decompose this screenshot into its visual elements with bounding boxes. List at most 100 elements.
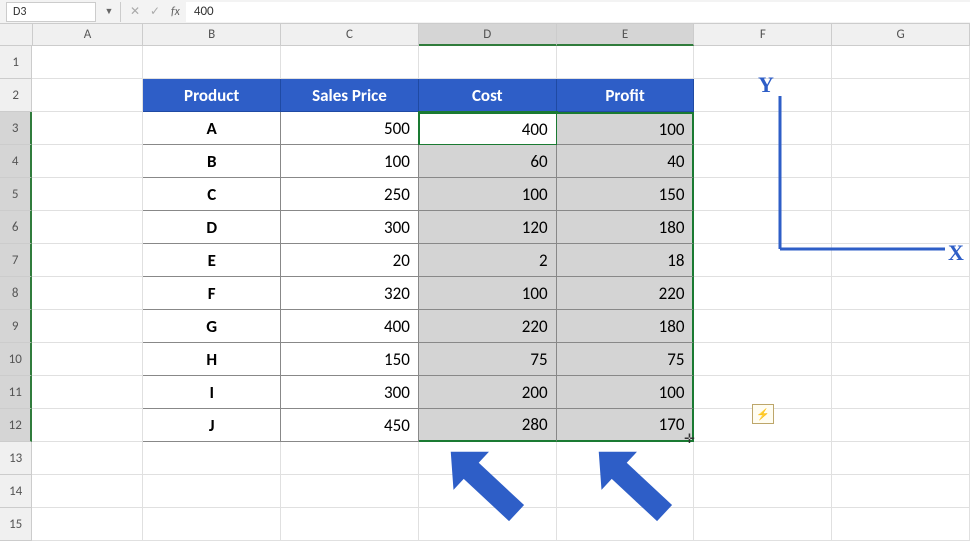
cell-B7[interactable]: E bbox=[143, 244, 281, 277]
cancel-icon[interactable]: ✕ bbox=[125, 2, 145, 22]
cell-B5[interactable]: C bbox=[143, 178, 281, 211]
cell-C4[interactable]: 100 bbox=[281, 145, 419, 178]
cell-B12[interactable]: J bbox=[143, 409, 281, 442]
cell-A5[interactable] bbox=[32, 178, 143, 211]
row-header-5[interactable]: 5 bbox=[0, 178, 32, 211]
cell-E5[interactable]: 150 bbox=[557, 178, 695, 211]
cell-D6[interactable]: 120 bbox=[419, 211, 557, 244]
row-header-6[interactable]: 6 bbox=[0, 211, 32, 244]
cell-A14[interactable] bbox=[32, 475, 143, 508]
cell-A7[interactable] bbox=[32, 244, 143, 277]
cell-G9[interactable] bbox=[832, 310, 970, 343]
cell-G8[interactable] bbox=[832, 277, 970, 310]
cell-B14[interactable] bbox=[143, 475, 281, 508]
cell-G2[interactable] bbox=[832, 79, 970, 112]
column-header-B[interactable]: B bbox=[143, 24, 281, 46]
cell-D9[interactable]: 220 bbox=[419, 310, 557, 343]
cell-F8[interactable] bbox=[694, 277, 832, 310]
cell-A1[interactable] bbox=[32, 46, 143, 79]
row-header-8[interactable]: 8 bbox=[0, 277, 32, 310]
cell-G12[interactable] bbox=[832, 409, 970, 442]
cell-D13[interactable] bbox=[419, 442, 557, 475]
cell-G4[interactable] bbox=[832, 145, 970, 178]
cell-F7[interactable] bbox=[694, 244, 832, 277]
cell-B9[interactable]: G bbox=[143, 310, 281, 343]
cell-D2[interactable]: Cost bbox=[419, 79, 557, 112]
row-header-11[interactable]: 11 bbox=[0, 376, 32, 409]
cell-B4[interactable]: B bbox=[143, 145, 281, 178]
cell-A9[interactable] bbox=[32, 310, 143, 343]
cell-A13[interactable] bbox=[32, 442, 143, 475]
cell-C6[interactable]: 300 bbox=[281, 211, 419, 244]
row-header-4[interactable]: 4 bbox=[0, 145, 32, 178]
confirm-icon[interactable]: ✓ bbox=[145, 2, 165, 22]
cell-G10[interactable] bbox=[832, 343, 970, 376]
cell-C10[interactable]: 150 bbox=[281, 343, 419, 376]
cell-D10[interactable]: 75 bbox=[419, 343, 557, 376]
cell-E4[interactable]: 40 bbox=[557, 145, 695, 178]
cell-A12[interactable] bbox=[32, 409, 143, 442]
select-all-corner[interactable] bbox=[0, 24, 33, 46]
cell-E1[interactable] bbox=[557, 46, 695, 79]
column-header-E[interactable]: E bbox=[557, 24, 695, 46]
cell-D7[interactable]: 2 bbox=[419, 244, 557, 277]
cell-E12[interactable]: 170 bbox=[557, 409, 695, 442]
cell-D12[interactable]: 280 bbox=[419, 409, 557, 442]
cell-C14[interactable] bbox=[281, 475, 419, 508]
cell-F4[interactable] bbox=[694, 145, 832, 178]
name-box-dropdown-icon[interactable]: ▼ bbox=[102, 6, 116, 17]
cell-A4[interactable] bbox=[32, 145, 143, 178]
cell-E11[interactable]: 100 bbox=[557, 376, 695, 409]
cell-C1[interactable] bbox=[281, 46, 419, 79]
cell-B3[interactable]: A bbox=[143, 112, 281, 145]
cell-G3[interactable] bbox=[832, 112, 970, 145]
cell-D15[interactable] bbox=[419, 508, 557, 541]
row-header-12[interactable]: 12 bbox=[0, 409, 32, 442]
cell-A15[interactable] bbox=[32, 508, 143, 541]
cell-A8[interactable] bbox=[32, 277, 143, 310]
fx-icon[interactable]: fx bbox=[171, 5, 180, 19]
name-box[interactable]: D3 bbox=[6, 2, 96, 22]
cell-C11[interactable]: 300 bbox=[281, 376, 419, 409]
cell-D4[interactable]: 60 bbox=[419, 145, 557, 178]
cell-D1[interactable] bbox=[419, 46, 557, 79]
cell-B10[interactable]: H bbox=[143, 343, 281, 376]
cell-A10[interactable] bbox=[32, 343, 143, 376]
cell-D11[interactable]: 200 bbox=[419, 376, 557, 409]
cell-A3[interactable] bbox=[32, 112, 143, 145]
cell-F15[interactable] bbox=[694, 508, 832, 541]
cell-B13[interactable] bbox=[143, 442, 281, 475]
cell-C13[interactable] bbox=[281, 442, 419, 475]
cell-E13[interactable] bbox=[557, 442, 695, 475]
cell-C8[interactable]: 320 bbox=[281, 277, 419, 310]
row-header-10[interactable]: 10 bbox=[0, 343, 32, 376]
cell-E9[interactable]: 180 bbox=[557, 310, 695, 343]
cell-C15[interactable] bbox=[281, 508, 419, 541]
cell-F14[interactable] bbox=[694, 475, 832, 508]
cell-B2[interactable]: Product bbox=[143, 79, 281, 112]
cell-C12[interactable]: 450 bbox=[281, 409, 419, 442]
cell-E10[interactable]: 75 bbox=[557, 343, 695, 376]
cell-B6[interactable]: D bbox=[143, 211, 281, 244]
cell-A11[interactable] bbox=[32, 376, 143, 409]
cell-E6[interactable]: 180 bbox=[557, 211, 695, 244]
cell-F6[interactable] bbox=[694, 211, 832, 244]
column-header-D[interactable]: D bbox=[419, 24, 557, 46]
cell-C5[interactable]: 250 bbox=[281, 178, 419, 211]
cell-E7[interactable]: 18 bbox=[557, 244, 695, 277]
cell-D14[interactable] bbox=[419, 475, 557, 508]
cell-E3[interactable]: 100 bbox=[557, 112, 695, 145]
cell-B15[interactable] bbox=[143, 508, 281, 541]
cell-C7[interactable]: 20 bbox=[281, 244, 419, 277]
cell-C2[interactable]: Sales Price bbox=[281, 79, 419, 112]
cell-B1[interactable] bbox=[143, 46, 281, 79]
cell-D5[interactable]: 100 bbox=[419, 178, 557, 211]
row-header-1[interactable]: 1 bbox=[0, 46, 32, 79]
cell-D3[interactable]: 400 bbox=[419, 112, 557, 145]
cell-F10[interactable] bbox=[694, 343, 832, 376]
cell-A2[interactable] bbox=[32, 79, 143, 112]
row-header-13[interactable]: 13 bbox=[0, 442, 32, 475]
cell-C3[interactable]: 500 bbox=[281, 112, 419, 145]
cell-E14[interactable] bbox=[557, 475, 695, 508]
cell-F3[interactable] bbox=[694, 112, 832, 145]
